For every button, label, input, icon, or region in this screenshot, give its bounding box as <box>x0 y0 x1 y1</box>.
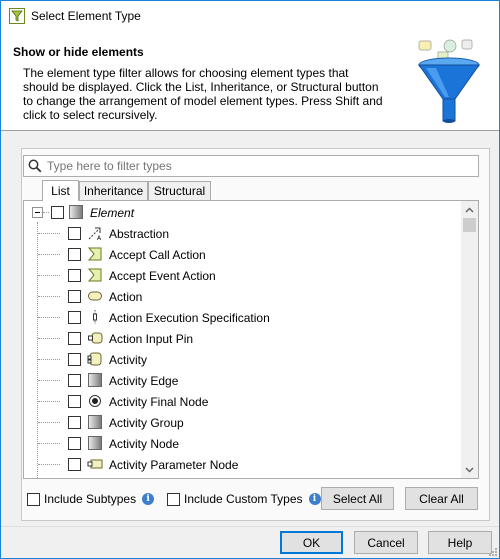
title-bar[interactable]: Select Element Type <box>1 1 499 31</box>
item-checkbox[interactable] <box>68 311 81 324</box>
tree-row[interactable]: A Abstraction <box>24 223 460 244</box>
item-checkbox[interactable] <box>68 458 81 471</box>
item-checkbox[interactable] <box>68 374 81 387</box>
search-input[interactable] <box>47 157 478 175</box>
item-label: Action Execution Specification <box>109 311 270 325</box>
tree-row[interactable]: Accept Call Action <box>24 244 460 265</box>
tree-row[interactable]: Activity Node <box>24 433 460 454</box>
svg-text:A: A <box>97 235 102 241</box>
tree-row[interactable]: Action Execution Specification <box>24 307 460 328</box>
action-icon <box>88 291 102 301</box>
info-icon[interactable]: i <box>308 493 321 505</box>
tree-row[interactable]: Accept Event Action <box>24 265 460 286</box>
item-label: Abstraction <box>109 227 170 241</box>
tree-row-element[interactable]: Element <box>24 202 460 223</box>
item-checkbox[interactable] <box>68 269 81 282</box>
element-type-tree[interactable]: Element A Abstraction Accept Call Action <box>23 200 479 479</box>
collapse-icon[interactable] <box>32 207 43 218</box>
item-label: Activity Node <box>109 437 180 451</box>
tree-row[interactable]: Activity Group <box>24 412 460 433</box>
item-label: Activity Edge <box>109 374 179 388</box>
action-input-pin-icon <box>88 332 103 344</box>
tab-list[interactable]: List <box>42 180 79 201</box>
activity-node-icon <box>88 436 102 450</box>
include-custom-types-label: Include Custom Types <box>184 492 303 506</box>
activity-parameter-node-icon <box>87 459 103 469</box>
funnel-illustration-icon <box>418 39 480 123</box>
resize-grip-icon[interactable] <box>487 546 497 556</box>
item-label: Action Input Pin <box>109 332 194 346</box>
header-title: Show or hide elements <box>13 45 144 59</box>
clear-all-button[interactable]: Clear All <box>405 487 478 510</box>
filter-app-icon <box>9 8 25 24</box>
accept-call-action-icon <box>87 247 102 261</box>
scrollbar-thumb[interactable] <box>463 218 476 232</box>
item-checkbox[interactable] <box>68 416 81 429</box>
include-subtypes-checkbox[interactable] <box>27 492 40 506</box>
item-label: Activity <box>109 353 148 367</box>
tree-row[interactable]: Activity Final Node <box>24 391 460 412</box>
item-checkbox[interactable] <box>68 290 81 303</box>
search-icon <box>28 159 42 173</box>
ok-button[interactable]: OK <box>280 531 343 554</box>
type-filter-search[interactable] <box>23 155 479 177</box>
tab-structural[interactable]: Structural <box>148 181 211 200</box>
tree-row[interactable]: Activity Edge <box>24 370 460 391</box>
tree-scrollbar[interactable] <box>461 201 478 478</box>
include-subtypes-option[interactable]: Include Subtypes i <box>27 492 155 506</box>
item-label: Accept Call Action <box>109 248 206 262</box>
header-description: The element type filter allows for choos… <box>23 66 383 122</box>
header-panel: Show or hide elements The element type f… <box>1 31 499 131</box>
include-custom-types-option[interactable]: Include Custom Types i <box>167 492 321 506</box>
window-title: Select Element Type <box>31 9 141 23</box>
dialog-footer <box>1 526 499 558</box>
scroll-up-icon[interactable] <box>461 201 478 218</box>
tab-inheritance[interactable]: Inheritance <box>79 181 148 200</box>
help-button[interactable]: Help <box>428 531 492 554</box>
scroll-down-icon[interactable] <box>461 461 478 478</box>
item-checkbox[interactable] <box>68 353 81 366</box>
item-label: Action <box>109 290 143 304</box>
include-subtypes-label: Include Subtypes <box>44 492 137 506</box>
tree-row[interactable]: Activity Parameter Node <box>24 454 460 475</box>
tree-row[interactable]: Activity <box>24 349 460 370</box>
activity-icon <box>87 352 102 366</box>
tree-row[interactable]: Action Input Pin <box>24 328 460 349</box>
abstraction-icon: A <box>88 227 102 241</box>
tree-root-label: Element <box>90 206 135 220</box>
checkbox-element[interactable] <box>51 206 64 219</box>
item-label: Activity Group <box>109 416 184 430</box>
item-checkbox[interactable] <box>68 227 81 240</box>
item-label: Activity Final Node <box>109 395 209 409</box>
info-icon[interactable]: i <box>142 493 155 505</box>
include-custom-types-checkbox[interactable] <box>167 492 180 506</box>
select-element-type-dialog: Select Element Type Show or hide element… <box>0 0 500 559</box>
action-execution-specification-icon <box>93 310 97 324</box>
activity-final-node-icon <box>89 395 101 407</box>
element-icon <box>69 205 83 219</box>
select-all-button[interactable]: Select All <box>321 487 394 510</box>
item-checkbox[interactable] <box>68 332 81 345</box>
activity-edge-icon <box>88 373 102 387</box>
item-checkbox[interactable] <box>68 395 81 408</box>
item-checkbox[interactable] <box>68 437 81 450</box>
item-checkbox[interactable] <box>68 248 81 261</box>
item-label: Accept Event Action <box>109 269 216 283</box>
cancel-button[interactable]: Cancel <box>354 531 418 554</box>
activity-group-icon <box>88 415 102 429</box>
accept-event-action-icon <box>87 268 102 282</box>
item-label: Activity Parameter Node <box>109 458 239 472</box>
tree-row[interactable]: Action <box>24 286 460 307</box>
